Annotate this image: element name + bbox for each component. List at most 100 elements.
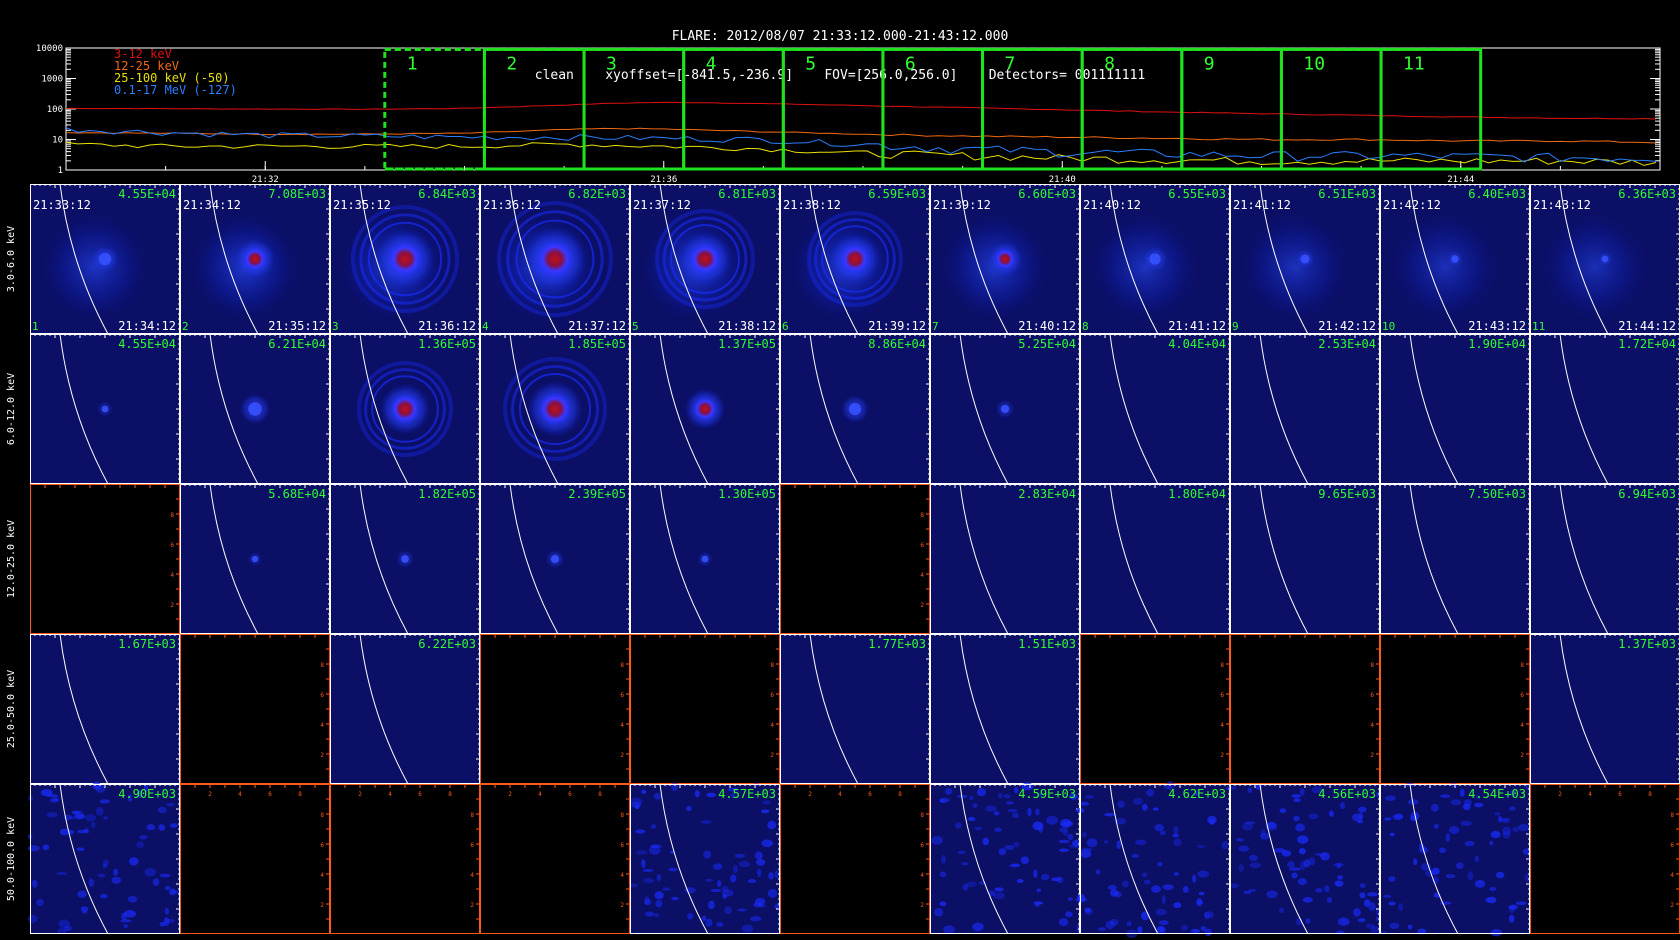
noise-speckle	[139, 835, 148, 840]
noise-speckle	[159, 873, 171, 878]
max-value-label: 4.90E+03	[118, 787, 176, 801]
noise-speckle	[54, 797, 59, 801]
y-tick-label: 1000	[41, 75, 63, 85]
noise-speckle	[1365, 923, 1376, 929]
image-cell: 1.67E+03	[30, 633, 180, 785]
start-time-label: 21:41:12	[1233, 198, 1291, 212]
noise-speckle	[1065, 911, 1073, 918]
noise-speckle	[1151, 885, 1162, 893]
noise-speckle	[957, 794, 968, 798]
interval-index-label: 2	[182, 320, 189, 333]
energy-band-label: 50.0-100.0 keV	[6, 817, 17, 901]
max-value-label: 4.59E+03	[1018, 787, 1076, 801]
noise-speckle	[1460, 820, 1473, 827]
noise-speckle	[706, 792, 716, 798]
empty-axis-label: 8	[920, 812, 924, 819]
y-tick-label: 10000	[36, 44, 63, 54]
image-cell: 8.86E+04	[780, 333, 930, 485]
x-tick-label: 21:36	[650, 175, 677, 184]
noise-speckle	[71, 810, 81, 815]
empty-axis-label: 2	[1520, 752, 1524, 759]
noise-speckle	[1359, 892, 1366, 899]
image-bg	[330, 634, 480, 784]
noise-speckle	[1333, 862, 1344, 867]
noise-speckle	[1366, 892, 1378, 897]
noise-speckle	[1358, 806, 1367, 813]
noise-speckle	[1131, 854, 1139, 858]
interval-index-label: 4	[482, 320, 489, 333]
noise-speckle	[708, 900, 715, 910]
noise-speckle	[1359, 883, 1366, 888]
noise-speckle	[1075, 897, 1088, 903]
image-cell: 2 4 6 8	[480, 634, 630, 784]
energy-band-label: 3.0-6.0 keV	[6, 226, 17, 292]
noise-speckle	[1383, 894, 1392, 898]
noise-speckle	[1328, 810, 1334, 817]
noise-speckle	[955, 822, 962, 829]
noise-speckle	[1509, 905, 1515, 914]
image-cells: 4.55E+04 21:33:12 21:34:12 1 7.08E+03 21:34:1…	[27, 184, 1680, 939]
noise-speckle	[123, 923, 128, 929]
noise-speckle	[1032, 821, 1044, 831]
noise-speckle	[1104, 812, 1116, 817]
noise-speckle	[42, 844, 50, 851]
noise-speckle	[760, 809, 770, 814]
noise-speckle	[982, 837, 990, 846]
empty-cell-bg	[180, 634, 330, 784]
noise-speckle	[703, 850, 712, 859]
source-core	[839, 243, 871, 275]
noise-speckle	[635, 829, 646, 834]
empty-axis-label: 8	[448, 791, 452, 798]
source-core	[386, 240, 424, 278]
source-core	[242, 246, 268, 272]
source-core	[1300, 254, 1310, 264]
noise-speckle	[716, 879, 722, 888]
image-cell: 6.81E+03 21:37:12 21:38:12 5	[630, 184, 780, 335]
empty-axis-label: 6	[418, 791, 422, 798]
image-cell: 2 4 6 8	[180, 634, 330, 784]
noise-speckle	[738, 860, 751, 868]
noise-speckle	[1109, 918, 1119, 926]
empty-cell-bg	[1230, 634, 1380, 784]
source-core	[248, 402, 262, 416]
interval-label: 5	[805, 53, 816, 74]
noise-speckle	[705, 918, 713, 927]
noise-speckle	[1172, 833, 1179, 838]
image-cell: 2.53E+04	[1230, 333, 1380, 485]
interval-box	[1080, 47, 1184, 171]
empty-cell-bg	[1380, 634, 1530, 784]
noise-speckle	[641, 789, 647, 795]
noise-speckle	[1095, 869, 1101, 875]
max-value-label: 6.40E+03	[1468, 187, 1526, 201]
noise-speckle	[733, 865, 738, 874]
noise-speckle	[1467, 871, 1474, 881]
noise-speckle	[635, 804, 640, 810]
interval-box	[1180, 47, 1283, 171]
noise-speckle	[642, 868, 654, 873]
noise-speckle	[730, 874, 737, 883]
max-value-label: 1.85E+05	[568, 337, 626, 351]
max-value-label: 4.57E+03	[718, 787, 776, 801]
empty-axis-label: 8	[770, 662, 774, 669]
noise-speckle	[1324, 885, 1330, 893]
noise-speckle	[1260, 829, 1266, 836]
noise-speckle	[1445, 873, 1456, 879]
empty-axis-label: 8	[598, 791, 602, 798]
image-cell: 2 2 4 4 6 6 8 8	[480, 784, 630, 934]
image-cell: 5.25E+04	[930, 333, 1080, 485]
max-value-label: 1.51E+03	[1018, 637, 1076, 651]
noise-speckle	[1086, 838, 1098, 848]
noise-speckle	[1081, 832, 1087, 838]
noise-speckle	[124, 909, 136, 918]
noise-speckle	[1059, 818, 1072, 828]
noise-speckle	[1474, 802, 1484, 808]
noise-speckle	[1020, 856, 1030, 865]
noise-speckle	[961, 862, 969, 866]
energy-band-label: 12.0-25.0 keV	[6, 520, 17, 598]
empty-axis-label: 4	[320, 722, 324, 729]
noise-speckle	[1040, 873, 1050, 881]
interval-index-label: 6	[782, 320, 789, 333]
noise-speckle	[146, 824, 156, 831]
empty-axis-label: 8	[920, 512, 924, 519]
noise-speckle	[1430, 803, 1439, 812]
